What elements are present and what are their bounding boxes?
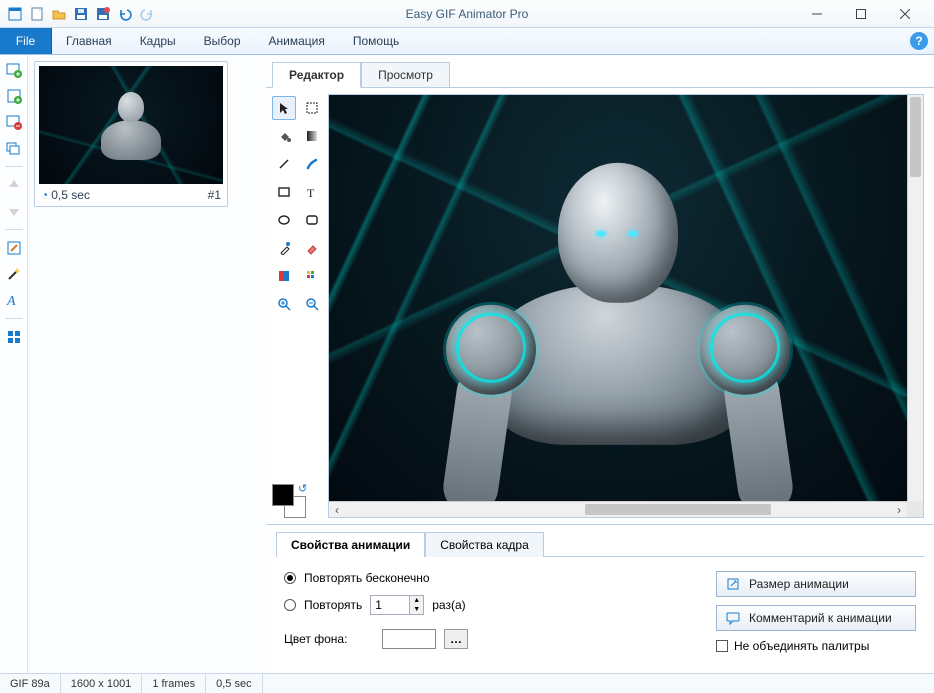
radio-repeat-infinite[interactable]: [284, 572, 296, 584]
menu-help[interactable]: Помощь: [339, 28, 413, 54]
resize-icon: [725, 576, 741, 592]
repeat-count-spinner[interactable]: ▲▼: [370, 595, 424, 615]
frame-duration-label: ◔0,5 sec: [41, 188, 90, 202]
delete-frame-icon[interactable]: [3, 111, 25, 133]
status-format: GIF 89a: [0, 674, 61, 693]
label-merge-palettes: Не объединять палитры: [734, 639, 869, 653]
canvas-area: ‹ ›: [328, 94, 924, 518]
svg-text:A: A: [6, 294, 16, 308]
spinner-up-icon[interactable]: ▲: [410, 596, 423, 605]
edit-frame-icon[interactable]: [3, 237, 25, 259]
rectangle-tool-icon[interactable]: [272, 180, 296, 204]
repeat-count-input[interactable]: [371, 596, 409, 614]
frame-card[interactable]: ◔0,5 sec #1: [34, 61, 228, 207]
insert-frame-icon[interactable]: [3, 85, 25, 107]
close-button[interactable]: [892, 4, 918, 24]
scroll-left-icon[interactable]: ‹: [329, 502, 345, 518]
label-bg-color: Цвет фона:: [284, 632, 374, 646]
frame-thumbnail: [39, 66, 223, 184]
status-duration: 0,5 sec: [206, 674, 262, 693]
swap-colors-icon[interactable]: ↺: [298, 482, 307, 495]
foreground-color-swatch[interactable]: [272, 484, 294, 506]
editor-tabs: Редактор Просмотр: [266, 55, 934, 88]
status-frames: 1 frames: [142, 674, 206, 693]
qat-open-icon[interactable]: [48, 3, 70, 25]
color-swatches[interactable]: ↺: [266, 484, 328, 524]
qat-new-icon[interactable]: [26, 3, 48, 25]
status-bar: GIF 89a 1600 x 1001 1 frames 0,5 sec: [0, 673, 934, 693]
eraser-tool-icon[interactable]: [300, 236, 324, 260]
svg-text:T: T: [307, 186, 315, 199]
pointer-tool-icon[interactable]: [272, 96, 296, 120]
add-frame-icon[interactable]: [3, 59, 25, 81]
animation-comment-button[interactable]: Комментарий к анимации: [716, 605, 916, 631]
horizontal-scrollbar-thumb[interactable]: [585, 504, 771, 515]
maximize-button[interactable]: [848, 4, 874, 24]
scroll-right-icon[interactable]: ›: [891, 502, 907, 518]
duplicate-frame-icon[interactable]: [3, 137, 25, 159]
bg-color-picker-button[interactable]: …: [444, 629, 468, 649]
menu-main[interactable]: Главная: [52, 28, 126, 54]
zoom-in-icon[interactable]: [272, 292, 296, 316]
ellipse-tool-icon[interactable]: [272, 208, 296, 232]
menubar: File Главная Кадры Выбор Анимация Помощь…: [0, 28, 934, 55]
replace-color-tool-icon[interactable]: [272, 264, 296, 288]
menu-selection[interactable]: Выбор: [190, 28, 255, 54]
vertical-scrollbar-thumb[interactable]: [910, 97, 921, 177]
gradient-tool-icon[interactable]: [300, 124, 324, 148]
spinner-down-icon[interactable]: ▼: [410, 605, 423, 614]
brush-tool-icon[interactable]: [300, 152, 324, 176]
help-icon[interactable]: ?: [910, 32, 928, 50]
comment-icon: [725, 610, 741, 626]
menu-frames[interactable]: Кадры: [126, 28, 190, 54]
move-up-icon: [3, 174, 25, 196]
animation-size-button[interactable]: Размер анимации: [716, 571, 916, 597]
label-repeat-suffix: раз(а): [432, 598, 465, 612]
fill-tool-icon[interactable]: [272, 124, 296, 148]
status-dimensions: 1600 x 1001: [61, 674, 143, 693]
horizontal-scrollbar[interactable]: ‹ ›: [329, 501, 907, 517]
vertical-scrollbar[interactable]: [907, 95, 923, 501]
eyedropper-tool-icon[interactable]: [272, 236, 296, 260]
qat-app-icon[interactable]: [4, 3, 26, 25]
checkbox-merge-palettes[interactable]: [716, 640, 728, 652]
label-repeat-infinite: Повторять бесконечно: [304, 571, 430, 585]
clock-icon: ◔: [41, 188, 48, 202]
tab-anim-properties[interactable]: Свойства анимации: [276, 532, 425, 557]
text-tool-icon[interactable]: A: [3, 289, 25, 311]
quick-access-toolbar: Easy GIF Animator Pro: [0, 0, 934, 28]
frame-index-label: #1: [208, 188, 221, 202]
minimize-button[interactable]: [804, 4, 830, 24]
left-toolbar: A: [0, 55, 28, 673]
text-tool-icon[interactable]: T: [300, 180, 324, 204]
bg-color-swatch[interactable]: [382, 629, 436, 649]
tab-preview[interactable]: Просмотр: [361, 62, 450, 88]
grid-view-icon[interactable]: [3, 326, 25, 348]
tab-editor[interactable]: Редактор: [272, 62, 361, 88]
qat-undo-icon[interactable]: [114, 3, 136, 25]
marquee-tool-icon[interactable]: [300, 96, 324, 120]
zoom-out-icon[interactable]: [300, 292, 324, 316]
qat-redo-icon[interactable]: [136, 3, 158, 25]
qat-save-as-icon[interactable]: [92, 3, 114, 25]
effects-icon[interactable]: [3, 263, 25, 285]
tool-palette: T: [266, 88, 328, 324]
properties-panel: Свойства анимации Свойства кадра Повторя…: [266, 524, 934, 673]
qat-save-icon[interactable]: [70, 3, 92, 25]
tab-frame-properties[interactable]: Свойства кадра: [425, 532, 544, 557]
color-palette-tool-icon[interactable]: [300, 264, 324, 288]
file-menu-button[interactable]: File: [0, 28, 52, 54]
line-tool-icon[interactable]: [272, 152, 296, 176]
frames-panel: ◔0,5 sec #1: [28, 55, 266, 673]
menu-animation[interactable]: Анимация: [255, 28, 339, 54]
label-repeat: Повторять: [304, 598, 362, 612]
radio-repeat-count[interactable]: [284, 599, 296, 611]
move-down-icon: [3, 200, 25, 222]
canvas-image[interactable]: [329, 95, 907, 501]
rounded-rect-tool-icon[interactable]: [300, 208, 324, 232]
